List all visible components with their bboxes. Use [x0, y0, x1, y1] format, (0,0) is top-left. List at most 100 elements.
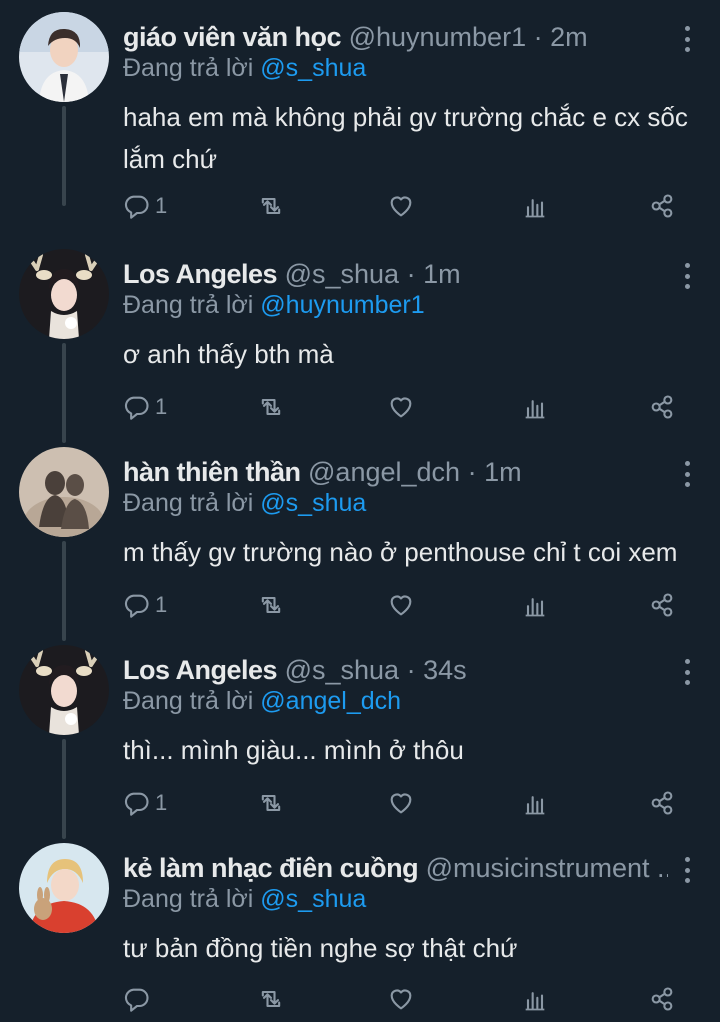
share-button[interactable] — [648, 391, 676, 423]
thread-connector — [62, 541, 66, 641]
display-name[interactable]: kẻ làm nhạc điên cuồng — [123, 853, 419, 883]
avatar[interactable] — [19, 843, 109, 933]
retweet-button[interactable] — [257, 391, 285, 423]
reply-icon — [124, 594, 149, 618]
more-icon[interactable] — [680, 659, 694, 685]
retweet-icon — [261, 596, 281, 614]
avatar[interactable] — [19, 447, 109, 537]
action-bar: 1 — [123, 787, 683, 819]
replying-to: Đang trả lời @s_shua — [123, 52, 366, 84]
tweet-header: Los Angeles @s_shua · 1m — [123, 257, 660, 291]
user-handle[interactable]: @huynumber1 — [349, 22, 527, 52]
avatar-image — [19, 447, 109, 537]
retweet-icon — [261, 794, 281, 812]
user-handle[interactable]: @musicinstrument ... — [426, 853, 668, 883]
share-button[interactable] — [648, 983, 676, 1015]
share-button[interactable] — [648, 589, 676, 621]
thread-connector — [62, 106, 66, 206]
replying-to: Đang trả lời @huynumber1 — [123, 289, 425, 321]
replying-label: Đang trả lời — [123, 687, 254, 715]
action-bar — [123, 983, 683, 1015]
views-button[interactable] — [521, 391, 549, 423]
reply-icon — [124, 988, 149, 1012]
reply-icon — [124, 792, 149, 816]
avatar[interactable] — [19, 249, 109, 339]
thread-connector — [62, 739, 66, 839]
tweet[interactable]: hàn thiên thần @angel_dch · 1m Đang trả … — [0, 435, 720, 641]
tweet-text: ơ anh thấy bth mà — [123, 339, 334, 369]
reply-button[interactable]: 1 — [123, 190, 167, 222]
avatar-image — [19, 645, 109, 735]
share-icon — [651, 593, 673, 617]
tweet-header: kẻ làm nhạc điên cuồng @musicinstrument … — [123, 851, 668, 885]
views-button[interactable] — [521, 589, 549, 621]
replying-to: Đang trả lời @s_shua — [123, 883, 366, 915]
tweet[interactable]: Los Angeles @s_shua · 34s Đang trả lời @… — [0, 633, 720, 839]
views-icon — [525, 796, 545, 815]
reply-button[interactable]: 1 — [123, 589, 167, 621]
views-icon — [525, 400, 545, 419]
reply-thread: giáo viên văn học @huynumber1 · 2m Đang … — [0, 0, 720, 1022]
reply-button[interactable]: 1 — [123, 391, 167, 423]
more-icon[interactable] — [680, 857, 694, 883]
more-icon[interactable] — [680, 263, 694, 289]
retweet-button[interactable] — [257, 787, 285, 819]
replying-mention[interactable]: @s_shua — [260, 54, 366, 82]
timestamp[interactable]: 1m — [484, 457, 522, 487]
timestamp[interactable]: 1m — [423, 259, 461, 289]
retweet-button[interactable] — [257, 589, 285, 621]
retweet-icon — [261, 398, 281, 416]
separator-dot: · — [467, 457, 477, 487]
avatar[interactable] — [19, 12, 109, 102]
views-button[interactable] — [521, 983, 549, 1015]
like-button[interactable] — [387, 787, 415, 819]
replying-to: Đang trả lời @angel_dch — [123, 685, 401, 717]
reply-button[interactable] — [123, 983, 151, 1015]
like-button[interactable] — [387, 190, 415, 222]
share-button[interactable] — [648, 190, 676, 222]
user-handle[interactable]: @s_shua — [285, 259, 399, 289]
thread-connector — [62, 343, 66, 443]
replying-mention[interactable]: @angel_dch — [260, 687, 401, 715]
timestamp[interactable]: 2m — [550, 22, 588, 52]
retweet-button[interactable] — [257, 983, 285, 1015]
share-icon — [651, 194, 673, 218]
tweet[interactable]: giáo viên văn học @huynumber1 · 2m Đang … — [0, 0, 720, 219]
replying-label: Đang trả lời — [123, 54, 254, 82]
share-button[interactable] — [648, 787, 676, 819]
like-button[interactable] — [387, 589, 415, 621]
action-bar: 1 — [123, 391, 683, 423]
replying-label: Đang trả lời — [123, 291, 254, 319]
avatar-image — [19, 249, 109, 339]
tweet[interactable]: Los Angeles @s_shua · 1m Đang trả lời @h… — [0, 237, 720, 443]
views-button[interactable] — [521, 787, 549, 819]
replying-mention[interactable]: @huynumber1 — [260, 291, 424, 319]
tweet[interactable]: kẻ làm nhạc điên cuồng @musicinstrument … — [0, 831, 720, 1022]
more-icon[interactable] — [680, 26, 694, 52]
replying-mention[interactable]: @s_shua — [260, 489, 366, 517]
reply-button[interactable]: 1 — [123, 787, 167, 819]
like-button[interactable] — [387, 983, 415, 1015]
display-name[interactable]: hàn thiên thần — [123, 457, 301, 487]
like-icon — [390, 397, 412, 418]
views-icon — [525, 598, 545, 617]
reply-count: 1 — [155, 193, 168, 218]
replying-label: Đang trả lời — [123, 885, 254, 913]
views-button[interactable] — [521, 190, 549, 222]
replying-mention[interactable]: @s_shua — [260, 885, 366, 913]
display-name[interactable]: Los Angeles — [123, 655, 278, 685]
like-icon — [390, 595, 412, 616]
retweet-button[interactable] — [257, 190, 285, 222]
user-handle[interactable]: @angel_dch — [308, 457, 460, 487]
tweet-text: tư bản đồng tiền nghe sợ thật chứ — [123, 933, 518, 963]
action-bar: 1 — [123, 589, 683, 621]
views-icon — [525, 199, 545, 218]
avatar[interactable] — [19, 645, 109, 735]
more-icon[interactable] — [680, 461, 694, 487]
display-name[interactable]: giáo viên văn học — [123, 22, 342, 52]
like-button[interactable] — [387, 391, 415, 423]
user-handle[interactable]: @s_shua — [285, 655, 399, 685]
like-icon — [390, 793, 412, 814]
display-name[interactable]: Los Angeles — [123, 259, 278, 289]
timestamp[interactable]: 34s — [423, 655, 467, 685]
